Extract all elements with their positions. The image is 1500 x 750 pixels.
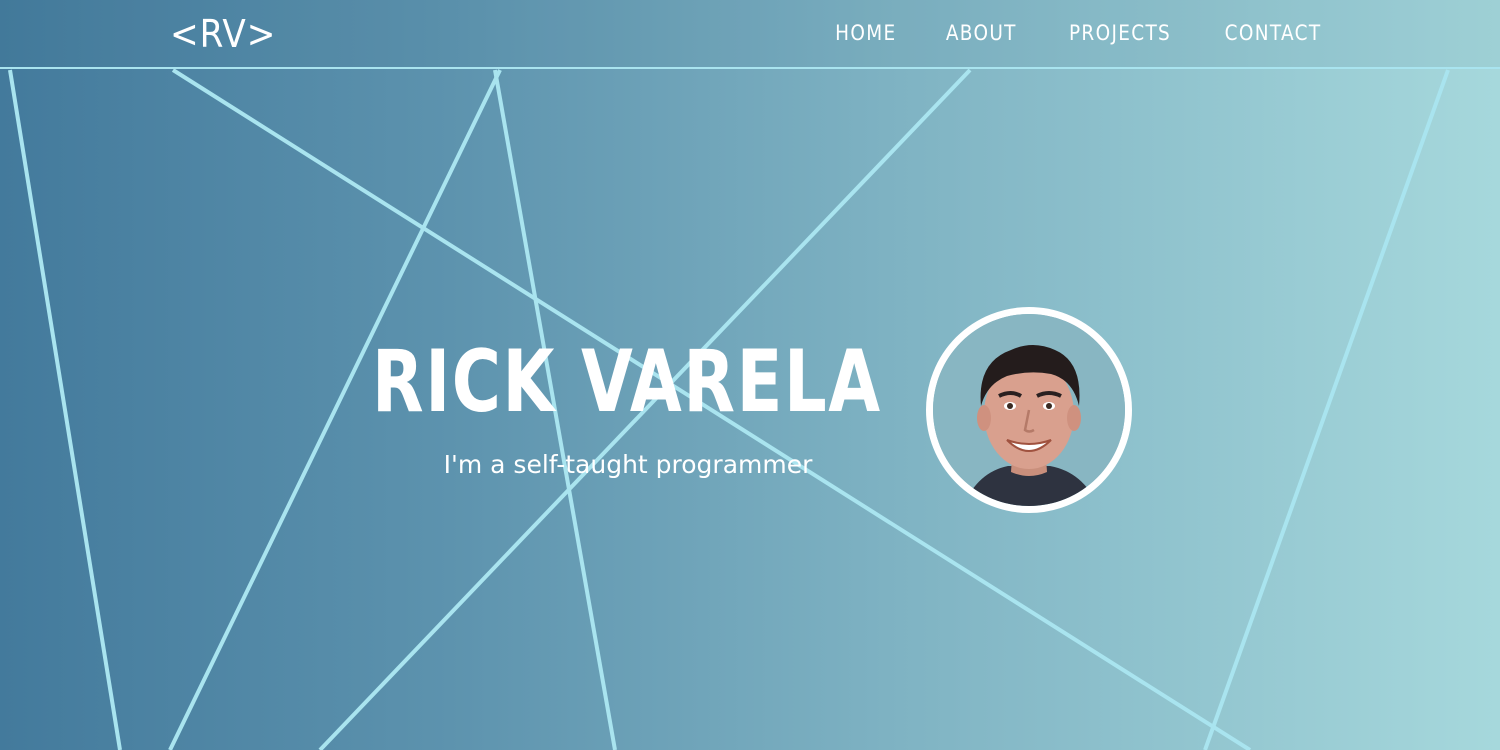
avatar	[926, 307, 1132, 513]
hero-name: RICK VARELA	[372, 332, 882, 432]
decorative-line	[1203, 69, 1450, 750]
decorative-line	[8, 69, 122, 750]
nav-link-projects[interactable]: PROJECTS	[1069, 17, 1171, 49]
top-navbar: <RV> HOME ABOUT PROJECTS CONTACT	[0, 0, 1500, 69]
nav-link-home[interactable]: HOME	[836, 17, 897, 49]
nav-link-about[interactable]: ABOUT	[946, 17, 1017, 49]
profile-photo	[933, 314, 1125, 506]
nav-link-contact[interactable]: CONTACT	[1225, 17, 1322, 49]
main-nav: HOME ABOUT PROJECTS CONTACT	[831, 17, 1328, 49]
site-logo[interactable]: <RV>	[170, 10, 276, 58]
hero-tagline: I'm a self-taught programmer	[443, 450, 813, 479]
